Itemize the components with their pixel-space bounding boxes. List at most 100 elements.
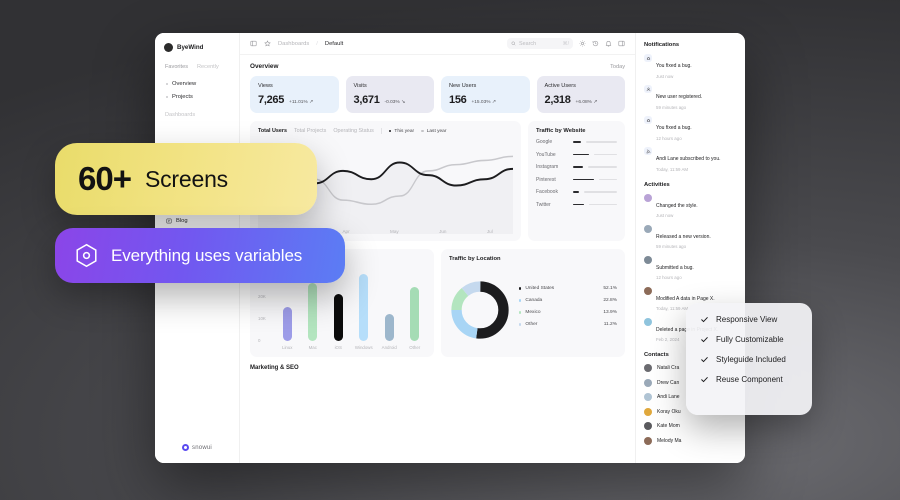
screens-label: Screens: [144, 165, 228, 192]
book-icon: [166, 218, 172, 224]
metric-card[interactable]: New Users 156 +15.03% ↗: [441, 76, 530, 113]
metric-card[interactable]: Views 7,265 +11.01% ↗: [250, 76, 339, 113]
bell-icon[interactable]: [605, 40, 612, 47]
website-bar: [573, 166, 583, 168]
location-row: United States 52.1%: [519, 286, 617, 291]
avatar: [644, 407, 652, 416]
bug-icon: [644, 54, 652, 62]
notification-text: You fixed a bug.: [656, 63, 692, 69]
checklist-item: Responsive View: [700, 315, 812, 324]
check-icon: [700, 375, 709, 384]
x-tick: Jul: [486, 229, 493, 234]
tab-total-projects[interactable]: Total Projects: [294, 128, 326, 134]
legend-label: This year: [394, 128, 415, 134]
website-name: Pinterest: [536, 176, 556, 183]
metric-card[interactable]: Visits 3,671 -0.03% ↘: [345, 76, 434, 113]
bar-column[interactable]: Windows: [353, 266, 376, 350]
brand-name: ByeWind: [177, 44, 204, 51]
metric-value: 3,671: [353, 94, 380, 106]
checklist-item: Styleguide Included: [700, 355, 812, 364]
activity-item[interactable]: Released a new version. 59 minutes ago: [644, 224, 737, 249]
location-row: Canada 22.8%: [519, 298, 617, 303]
sun-icon[interactable]: [579, 40, 586, 47]
website-row: Google: [536, 139, 617, 145]
metric-card[interactable]: Active Users 2,318 +6.08% ↗: [536, 76, 625, 113]
activity-item[interactable]: Changed the style. Just now: [644, 193, 737, 218]
sidebar-tab-recently[interactable]: Recently: [197, 64, 219, 70]
star-icon[interactable]: [264, 40, 271, 47]
website-bar-track: [585, 141, 617, 143]
activity-item[interactable]: Submitted a bug. 12 hours ago: [644, 255, 737, 280]
notification-item[interactable]: Andi Lane subscribed to you. Today, 11:59…: [644, 147, 737, 172]
notification-item[interactable]: You fixed a bug. Just now: [644, 54, 737, 79]
sidebar-item-overview[interactable]: Overview: [164, 78, 231, 90]
x-tick: Jun: [439, 229, 447, 234]
avatar: [644, 317, 652, 326]
bar-label: Linux: [282, 345, 293, 350]
avatar: [644, 286, 652, 295]
website-bar: [573, 141, 581, 143]
card-title: Traffic by Website: [536, 128, 586, 134]
sidebar-section-dashboards: Dashboards: [165, 111, 196, 118]
x-tick: Apr: [342, 229, 350, 234]
sidebar-tab-favorites[interactable]: Favorites: [165, 64, 188, 70]
check-icon: [700, 315, 709, 324]
donut-svg: [451, 281, 509, 339]
user-icon: [644, 85, 652, 93]
divider: [380, 128, 382, 134]
check-icon: [700, 355, 709, 364]
activity-text: Modified A data in Page X.: [656, 295, 715, 302]
contact-name: Andi Lane: [657, 394, 680, 400]
website-bar-track: [584, 191, 617, 193]
avatar: [644, 193, 652, 202]
bar-column[interactable]: Android: [378, 266, 401, 350]
bar: [308, 282, 318, 341]
notification-item[interactable]: You fixed a bug. 12 hours ago: [644, 116, 737, 141]
notification-time: Today, 11:59 AM: [656, 166, 689, 172]
breadcrumb-dashboards[interactable]: Dashboards: [278, 41, 309, 47]
breadcrumb-separator: /: [316, 40, 318, 47]
metric-label: Views: [258, 83, 273, 89]
panel-right-icon[interactable]: [618, 40, 625, 47]
panel-left-icon[interactable]: [250, 40, 257, 47]
metric-label: New Users: [449, 83, 477, 89]
contact-item[interactable]: Kate Mom: [644, 422, 737, 430]
notification-item[interactable]: New user registered. 59 minutes ago: [644, 85, 737, 110]
bar-label: Windows: [354, 345, 373, 350]
rss-icon: [644, 147, 652, 155]
location-percent: 13.9%: [603, 310, 617, 315]
sidebar-item-projects[interactable]: Projects: [164, 90, 231, 102]
location-name: United States: [525, 286, 555, 291]
search-placeholder: Search: [519, 40, 537, 47]
tab-total-users[interactable]: Total Users: [258, 128, 287, 134]
sidebar-item-blog[interactable]: Blog: [164, 215, 231, 227]
page-title: Overview: [250, 63, 279, 70]
search-input[interactable]: Search ⌘/: [507, 38, 573, 49]
checklist-item: Fully Customizable: [700, 335, 812, 344]
tab-operating-status[interactable]: Operating Status: [333, 128, 373, 134]
notification-text: New user registered.: [656, 94, 703, 100]
metric-label: Visits: [353, 83, 367, 89]
website-bar: [573, 191, 580, 193]
donut-slice: [451, 281, 509, 339]
notifications-header: Notifications: [644, 42, 680, 48]
date-range-dropdown[interactable]: Today: [610, 64, 625, 70]
avatar: [644, 436, 652, 445]
bar-label: Other: [409, 345, 421, 350]
website-row: YouTube: [536, 152, 617, 158]
breadcrumb-default[interactable]: Default: [325, 41, 343, 47]
contact-item[interactable]: Melody Ma: [644, 436, 737, 445]
hexagon-target-icon: [73, 242, 100, 269]
overview-header: Overview Today: [250, 63, 625, 70]
location-percent: 11.2%: [603, 322, 617, 327]
metric-cards: Views 7,265 +11.01% ↗ Visits 3,671 -0.03% ↘ Ne…: [250, 76, 625, 113]
history-icon[interactable]: [592, 40, 599, 47]
contact-name: Natali Cra: [657, 365, 680, 371]
brand[interactable]: ByeWind: [164, 43, 231, 52]
metric-delta: -0.03% ↘: [384, 100, 406, 105]
checklist-label: Responsive View: [716, 315, 778, 324]
bar-column[interactable]: Other: [404, 266, 427, 350]
bar: [384, 314, 394, 341]
website-bar-track: [589, 203, 617, 206]
location-name: Other: [525, 322, 538, 327]
